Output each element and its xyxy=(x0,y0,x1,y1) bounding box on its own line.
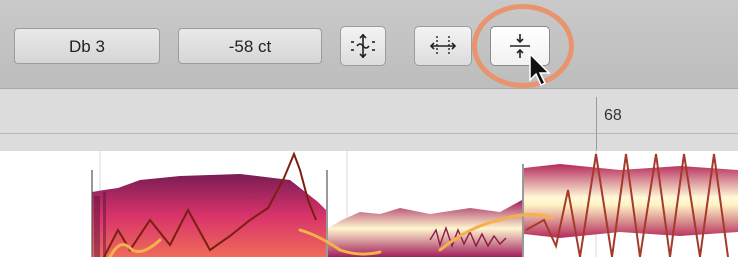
bar-marker xyxy=(596,97,597,151)
ruler-divider xyxy=(0,133,738,134)
pitch-drift-button[interactable] xyxy=(414,26,472,66)
pitch-drift-icon xyxy=(429,36,457,56)
toolbar: Db 3 -58 ct xyxy=(0,0,738,88)
highlight-ring xyxy=(472,4,574,88)
pitch-field[interactable]: Db 3 xyxy=(14,28,160,64)
note-editor[interactable] xyxy=(0,150,738,257)
mouse-pointer-icon xyxy=(529,52,551,87)
pitch-center-button[interactable] xyxy=(340,26,386,66)
timeline-ruler[interactable]: 68 xyxy=(0,88,738,151)
pitch-center-icon xyxy=(351,33,375,59)
bar-number: 68 xyxy=(604,107,622,124)
cents-field[interactable]: -58 ct xyxy=(178,28,322,64)
note-blob-2[interactable] xyxy=(328,200,522,257)
